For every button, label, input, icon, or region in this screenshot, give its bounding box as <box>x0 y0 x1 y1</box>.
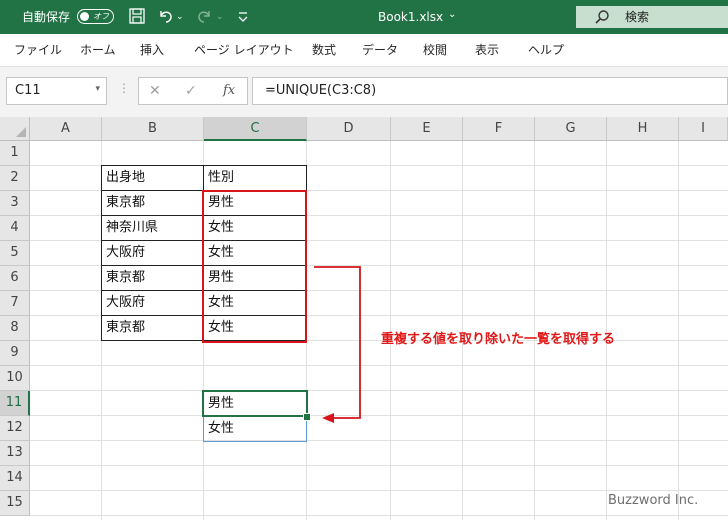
document-title[interactable]: Book1.xlsx <box>378 8 443 26</box>
column-header-b[interactable]: B <box>102 117 204 141</box>
cell-b3[interactable]: 東京都 <box>102 190 202 215</box>
cell-b8[interactable]: 東京都 <box>102 315 202 340</box>
row-header-14[interactable]: 14 <box>0 466 30 491</box>
toggle-knob <box>80 12 89 21</box>
row-header-4[interactable]: 4 <box>0 216 30 241</box>
redo-dropdown-icon[interactable]: ⌄ <box>216 8 224 26</box>
cell-b7[interactable]: 大阪府 <box>102 290 202 315</box>
row-header-9[interactable]: 9 <box>0 341 30 366</box>
resize-handle-icon[interactable]: ⋮ <box>118 81 130 95</box>
column-header-h[interactable]: H <box>607 117 679 141</box>
worksheet-grid[interactable]: A B C D E F G H I 1 2 3 4 5 6 7 8 9 10 1… <box>0 117 728 520</box>
column-header-d[interactable]: D <box>307 117 391 141</box>
row-header-12[interactable]: 12 <box>0 416 30 441</box>
autosave-state: オフ <box>93 12 109 21</box>
row-header-3[interactable]: 3 <box>0 191 30 216</box>
row-header-10[interactable]: 10 <box>0 366 30 391</box>
row-header-13[interactable]: 13 <box>0 441 30 466</box>
search-box[interactable]: 検索 <box>576 6 728 28</box>
tab-review[interactable]: 校閲 <box>423 42 447 58</box>
customize-qat-icon[interactable] <box>234 7 252 25</box>
row-header-15[interactable]: 15 <box>0 491 30 516</box>
source-range-highlight <box>202 190 307 343</box>
cell-c12[interactable]: 女性 <box>204 416 304 441</box>
name-box-value: C11 <box>15 83 41 98</box>
cancel-icon[interactable]: ✕ <box>149 83 161 99</box>
search-placeholder: 検索 <box>625 10 650 24</box>
annotation-text: 重複する値を取り除いた一覧を取得する <box>381 332 616 347</box>
gridline <box>30 515 728 516</box>
enter-icon[interactable]: ✓ <box>185 83 197 99</box>
tab-formulas[interactable]: 数式 <box>312 42 336 58</box>
row-header-6[interactable]: 6 <box>0 266 30 291</box>
gridline <box>30 465 728 466</box>
row-header-5[interactable]: 5 <box>0 241 30 266</box>
title-chevron-icon[interactable]: ⌄ <box>448 6 456 24</box>
tab-data[interactable]: データ <box>362 42 398 58</box>
row-header-2[interactable]: 2 <box>0 166 30 191</box>
tab-view[interactable]: 表示 <box>475 42 499 58</box>
tab-help[interactable]: ヘルプ <box>528 42 564 58</box>
formula-text: =UNIQUE(C3:C8) <box>265 83 377 98</box>
column-header-a[interactable]: A <box>30 117 102 141</box>
cell-b4[interactable]: 神奈川県 <box>102 215 202 240</box>
insert-function-icon[interactable]: fx <box>223 83 235 99</box>
cell-b2[interactable]: 出身地 <box>102 165 202 190</box>
gridline <box>30 490 728 491</box>
row-header-8[interactable]: 8 <box>0 316 30 341</box>
gridline <box>30 440 728 441</box>
row-header-7[interactable]: 7 <box>0 291 30 316</box>
row-header-11[interactable]: 11 <box>0 391 30 416</box>
formula-input[interactable]: =UNIQUE(C3:C8) <box>252 77 728 105</box>
tab-home[interactable]: ホーム <box>80 42 116 58</box>
column-header-e[interactable]: E <box>391 117 463 141</box>
search-icon <box>595 10 609 24</box>
column-header-f[interactable]: F <box>463 117 535 141</box>
column-header-c[interactable]: C <box>204 117 307 141</box>
redo-icon[interactable] <box>196 7 214 25</box>
tab-insert[interactable]: 挿入 <box>140 42 164 58</box>
corner-triangle-icon <box>16 127 26 137</box>
name-box[interactable]: C11 ▾ <box>6 77 107 105</box>
tab-file[interactable]: ファイル <box>14 42 62 58</box>
watermark: Buzzword Inc. <box>608 493 699 508</box>
undo-dropdown-icon[interactable]: ⌄ <box>176 8 184 26</box>
tab-page-layout[interactable]: ページ レイアウト <box>194 42 294 58</box>
save-icon[interactable] <box>128 7 146 25</box>
column-header-g[interactable]: G <box>535 117 607 141</box>
cell-b5[interactable]: 大阪府 <box>102 240 202 265</box>
callout-arrow <box>314 266 361 423</box>
chevron-down-icon[interactable]: ▾ <box>95 84 100 94</box>
column-header-i[interactable]: I <box>679 117 728 141</box>
autosave-toggle[interactable]: オフ <box>77 9 114 24</box>
formula-buttons: ✕ ✓ fx <box>138 77 248 105</box>
autosave-label: 自動保存 <box>22 10 71 24</box>
cell-c11[interactable]: 男性 <box>204 391 304 416</box>
formula-bar: C11 ▾ ⋮ ✕ ✓ fx =UNIQUE(C3:C8) <box>0 67 728 117</box>
ribbon-tabs: ファイル ホーム 挿入 ページ レイアウト 数式 データ 校閲 表示 ヘルプ <box>0 34 728 67</box>
cell-c2[interactable]: 性別 <box>204 165 304 190</box>
cell-b6[interactable]: 東京都 <box>102 265 202 290</box>
row-header-1[interactable]: 1 <box>0 141 30 166</box>
gridline <box>678 141 679 520</box>
select-all-button[interactable] <box>0 117 30 141</box>
undo-icon[interactable] <box>156 7 174 25</box>
